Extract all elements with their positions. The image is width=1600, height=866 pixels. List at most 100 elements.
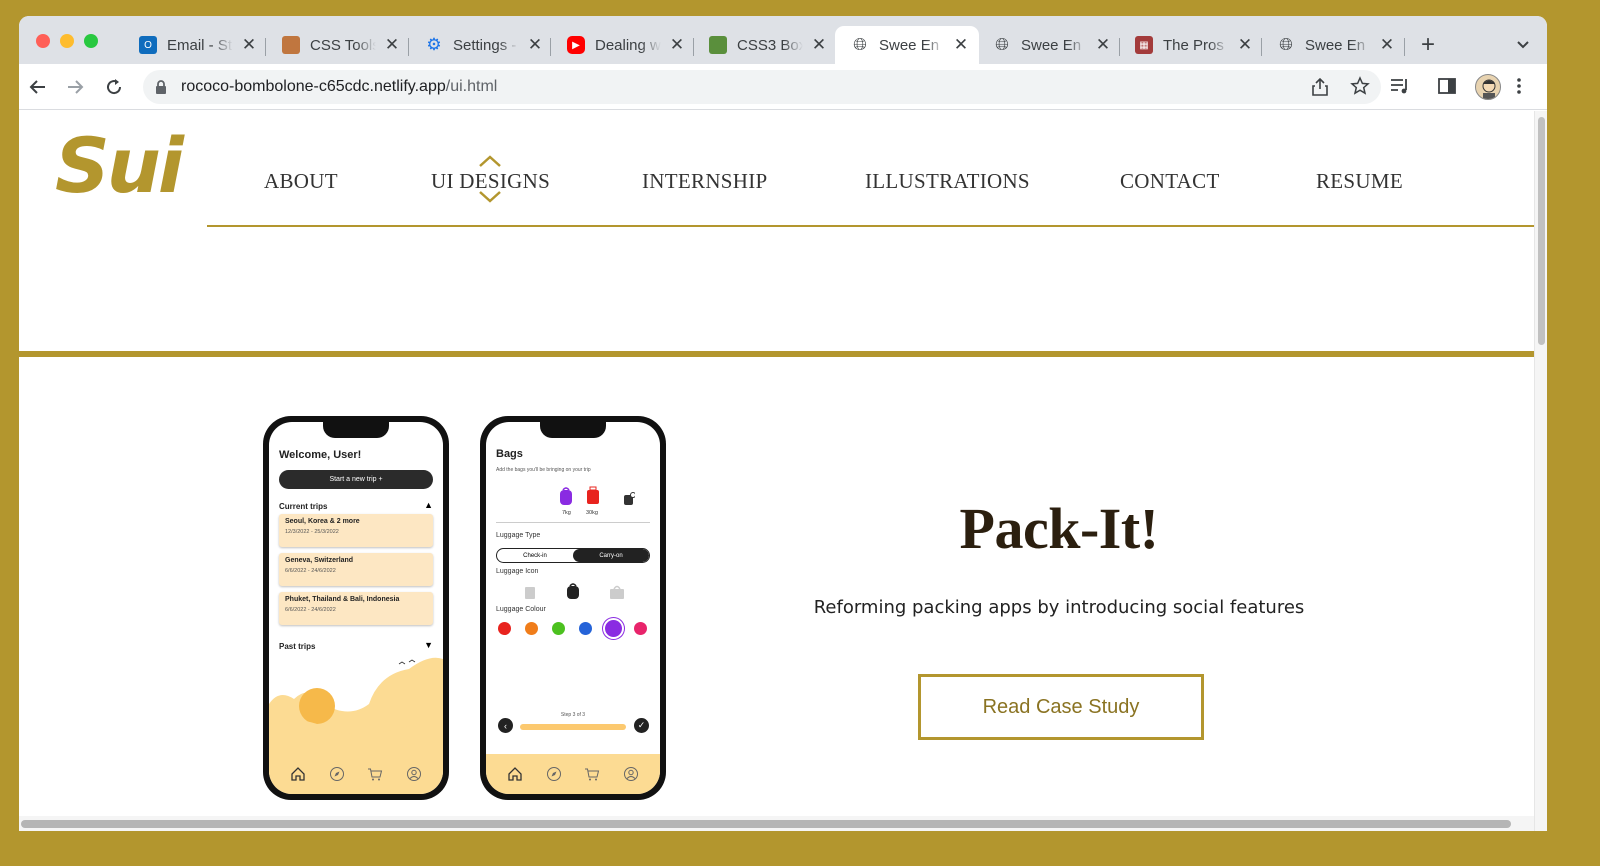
address-bar[interactable]: rococo-bombolone-c65cdc.netlify.app/ui.h… (143, 70, 1381, 104)
profile-icon (623, 766, 639, 782)
trip-card: Seoul, Korea & 2 more 12/3/2022 - 25/3/2… (279, 514, 433, 547)
tab-swee-en-2[interactable]: 🌐︎ Swee En ✕ (977, 26, 1121, 64)
bag-outline-icon (610, 585, 624, 599)
close-tab-icon[interactable]: ✕ (669, 35, 685, 55)
colour-swatch-orange (525, 622, 538, 635)
add-bag-icon (619, 492, 639, 511)
side-panel-icon[interactable] (1437, 76, 1457, 96)
phone-tab-bar (486, 754, 660, 794)
section-divider (19, 351, 1534, 357)
browser-window: O Email - St ✕ CSS Tools ✕ ⚙ Settings - … (19, 16, 1547, 831)
tab-email[interactable]: O Email - St ✕ (123, 26, 267, 64)
reload-button[interactable] (101, 74, 127, 100)
close-tab-icon[interactable]: ✕ (811, 35, 827, 55)
tab-search-chevron-icon[interactable] (1515, 36, 1531, 52)
close-tab-icon[interactable]: ✕ (384, 35, 400, 55)
read-case-study-button[interactable]: Read Case Study (918, 674, 1204, 740)
tab-css3-box[interactable]: CSS3 Box ✕ (693, 26, 837, 64)
tab-css-tools[interactable]: CSS Tools ✕ (266, 26, 410, 64)
compass-icon (329, 766, 345, 782)
share-icon[interactable] (1311, 77, 1329, 97)
forward-arrow-icon (68, 80, 84, 94)
backpack-icon (556, 486, 576, 511)
step-indicator: Step 3 of 3 (560, 712, 586, 718)
tab-the-pros[interactable]: ▦ The Pros ✕ (1119, 26, 1263, 64)
tab-swee-en-3[interactable]: 🌐︎ Swee En ✕ (1261, 26, 1405, 64)
css3-box-icon (709, 36, 727, 54)
maximize-window-button[interactable] (84, 34, 98, 48)
nav-divider (207, 225, 1534, 227)
close-tab-icon[interactable]: ✕ (953, 35, 969, 55)
tab-swee-en-active[interactable]: 🌐︎ Swee En ✕ (835, 26, 979, 64)
grid-icon: ▦ (1135, 36, 1153, 54)
check-circle-icon: ✓ (634, 718, 649, 733)
nav-about[interactable]: ABOUT (264, 169, 338, 194)
luggage-type-label: Luggage Type (496, 532, 541, 539)
cart-icon (367, 766, 383, 782)
bookmark-star-icon[interactable] (1350, 76, 1370, 96)
horizontal-scrollbar[interactable] (19, 816, 1534, 831)
tab-settings[interactable]: ⚙ Settings - ✕ (409, 26, 553, 64)
phone-screen: Welcome, User! Start a new trip + Curren… (269, 422, 443, 794)
bags-subtitle: Add the bags you'll be bringing on your … (496, 467, 591, 473)
close-tab-icon[interactable]: ✕ (527, 35, 543, 55)
tab-title: CSS Tools (310, 36, 376, 54)
site-logo[interactable]: Sui (55, 121, 184, 210)
tab-title: Dealing w (595, 36, 661, 54)
tab-title: Swee En (879, 36, 940, 54)
close-tab-icon[interactable]: ✕ (1379, 35, 1395, 55)
close-window-button[interactable] (36, 34, 50, 48)
profile-avatar[interactable] (1475, 74, 1501, 100)
project-title: Pack-It! (959, 496, 1159, 561)
back-circle-icon: ‹ (498, 718, 513, 733)
tab-title: CSS3 Box (737, 36, 803, 54)
colour-swatch-green (552, 622, 565, 635)
vertical-scrollbar[interactable] (1534, 111, 1547, 831)
suitcase-icon (583, 486, 603, 511)
close-tab-icon[interactable]: ✕ (1095, 35, 1111, 55)
luggage-type-toggle: Check-in Carry-on (496, 548, 650, 563)
back-arrow-icon (29, 80, 45, 94)
cart-icon (584, 766, 600, 782)
forward-button[interactable] (62, 74, 88, 100)
backpack-selected-icon (567, 583, 579, 599)
current-trips-label: Current trips (279, 502, 328, 511)
close-tab-icon[interactable]: ✕ (1237, 35, 1253, 55)
progress-bar (520, 724, 626, 730)
phone-screen: Bags Add the bags you'll be bringing on … (486, 422, 660, 794)
nav-internship[interactable]: INTERNSHIP (642, 169, 768, 194)
suitcase-outline-icon (525, 587, 535, 599)
home-icon (507, 766, 523, 782)
lock-icon (156, 80, 166, 94)
luggage-icon-label: Luggage Icon (496, 568, 539, 575)
nav-illustrations[interactable]: ILLUSTRATIONS (865, 169, 1030, 194)
globe-icon: 🌐︎ (995, 35, 1009, 54)
new-tab-button[interactable]: + (1421, 33, 1435, 57)
nav-ui-designs[interactable]: UI DESIGNS (431, 169, 550, 194)
youtube-icon: ▶ (567, 36, 585, 54)
close-tab-icon[interactable]: ✕ (241, 35, 257, 55)
avatar-icon (1482, 79, 1496, 99)
phone-mockup-home: Welcome, User! Start a new trip + Curren… (263, 416, 449, 800)
kebab-menu-icon[interactable] (1516, 76, 1522, 96)
tab-youtube[interactable]: ▶ Dealing w ✕ (551, 26, 695, 64)
tab-title: Swee En (1305, 36, 1366, 54)
chevron-up-icon (479, 155, 501, 167)
tab-title: Swee En (1021, 36, 1082, 54)
globe-icon: 🌐︎ (1279, 35, 1293, 54)
url-text: rococo-bombolone-c65cdc.netlify.app/ui.h… (181, 78, 498, 95)
tab-title: The Pros (1163, 36, 1224, 54)
landscape-illustration (269, 657, 443, 754)
phone-tab-bar (269, 754, 443, 794)
tab-title: Email - St (167, 36, 233, 54)
reading-list-icon[interactable] (1389, 76, 1411, 96)
nav-contact[interactable]: CONTACT (1120, 169, 1220, 194)
colour-swatch-pink (634, 622, 647, 635)
back-button[interactable] (25, 74, 51, 100)
minimize-window-button[interactable] (60, 34, 74, 48)
css-tools-icon (282, 36, 300, 54)
nav-resume[interactable]: RESUME (1316, 169, 1403, 194)
bags-title: Bags (496, 448, 523, 460)
reload-icon (107, 79, 122, 95)
triangle-up-icon: ▲ (424, 500, 433, 510)
